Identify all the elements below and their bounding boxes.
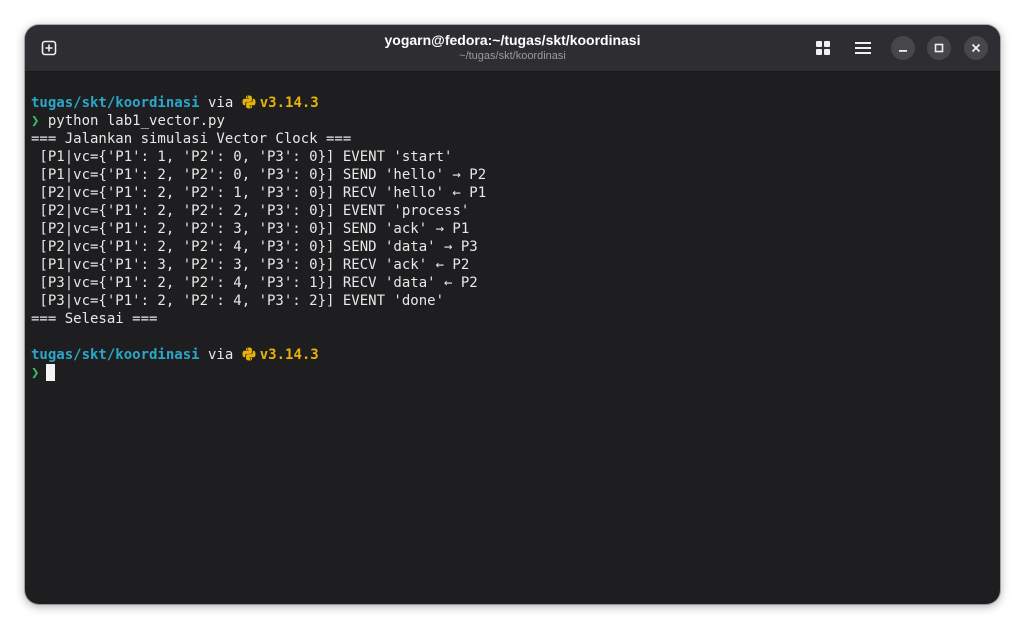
prompt-directory: tugas/skt/koordinasi <box>31 347 200 363</box>
menu-button[interactable] <box>851 36 875 60</box>
output-line: [P3|vc={'P1': 2, 'P2': 4, 'P3': 2}] EVEN… <box>31 293 445 309</box>
output-line: [P2|vc={'P1': 2, 'P2': 4, 'P3': 0}] SEND… <box>31 239 478 255</box>
hamburger-menu-icon <box>855 42 871 54</box>
terminal-window: yogarn@fedora:~/tugas/skt/koordinasi ~/t… <box>25 25 1000 604</box>
output-line: [P1|vc={'P1': 3, 'P2': 3, 'P3': 0}] RECV… <box>31 257 470 273</box>
prompt-via: via <box>199 95 242 111</box>
python-icon <box>242 95 256 109</box>
title-bar: yogarn@fedora:~/tugas/skt/koordinasi ~/t… <box>25 25 1000 72</box>
close-button[interactable] <box>964 36 988 60</box>
maximize-icon <box>934 43 944 53</box>
close-icon <box>971 43 981 53</box>
prompt-symbol: ❯ <box>31 365 40 381</box>
output-line: [P3|vc={'P1': 2, 'P2': 4, 'P3': 1}] RECV… <box>31 275 478 291</box>
python-version: v3.14.3 <box>259 347 319 363</box>
prompt-directory: tugas/skt/koordinasi <box>31 95 200 111</box>
output-line: === Jalankan simulasi Vector Clock === <box>31 131 352 147</box>
command-text: python lab1_vector.py <box>39 113 225 129</box>
output-line: [P2|vc={'P1': 2, 'P2': 1, 'P3': 0}] RECV… <box>31 185 487 201</box>
output-line: [P2|vc={'P1': 2, 'P2': 3, 'P3': 0}] SEND… <box>31 221 470 237</box>
output-line: [P1|vc={'P1': 2, 'P2': 0, 'P3': 0}] SEND… <box>31 167 487 183</box>
grid-icon <box>816 41 830 55</box>
python-icon <box>242 347 256 361</box>
terminal-content[interactable]: tugas/skt/koordinasi via v3.14.3 ❯ pytho… <box>31 94 991 382</box>
minimize-button[interactable] <box>891 36 915 60</box>
command-line[interactable]: ❯ <box>31 364 991 382</box>
output-line: === Selesai === <box>31 311 158 327</box>
python-version: v3.14.3 <box>259 95 319 111</box>
tab-overview-button[interactable] <box>811 36 835 60</box>
prompt-line: tugas/skt/koordinasi via v3.14.3 <box>31 346 991 364</box>
minimize-icon <box>899 50 907 52</box>
text-cursor <box>46 364 56 381</box>
output-line: [P1|vc={'P1': 1, 'P2': 0, 'P3': 0}] EVEN… <box>31 149 453 165</box>
prompt-line: tugas/skt/koordinasi via v3.14.3 <box>31 94 991 112</box>
maximize-button[interactable] <box>927 36 951 60</box>
prompt-via: via <box>199 347 242 363</box>
command-line: ❯ python lab1_vector.py <box>31 112 991 130</box>
output-line: [P2|vc={'P1': 2, 'P2': 2, 'P3': 0}] EVEN… <box>31 203 470 219</box>
